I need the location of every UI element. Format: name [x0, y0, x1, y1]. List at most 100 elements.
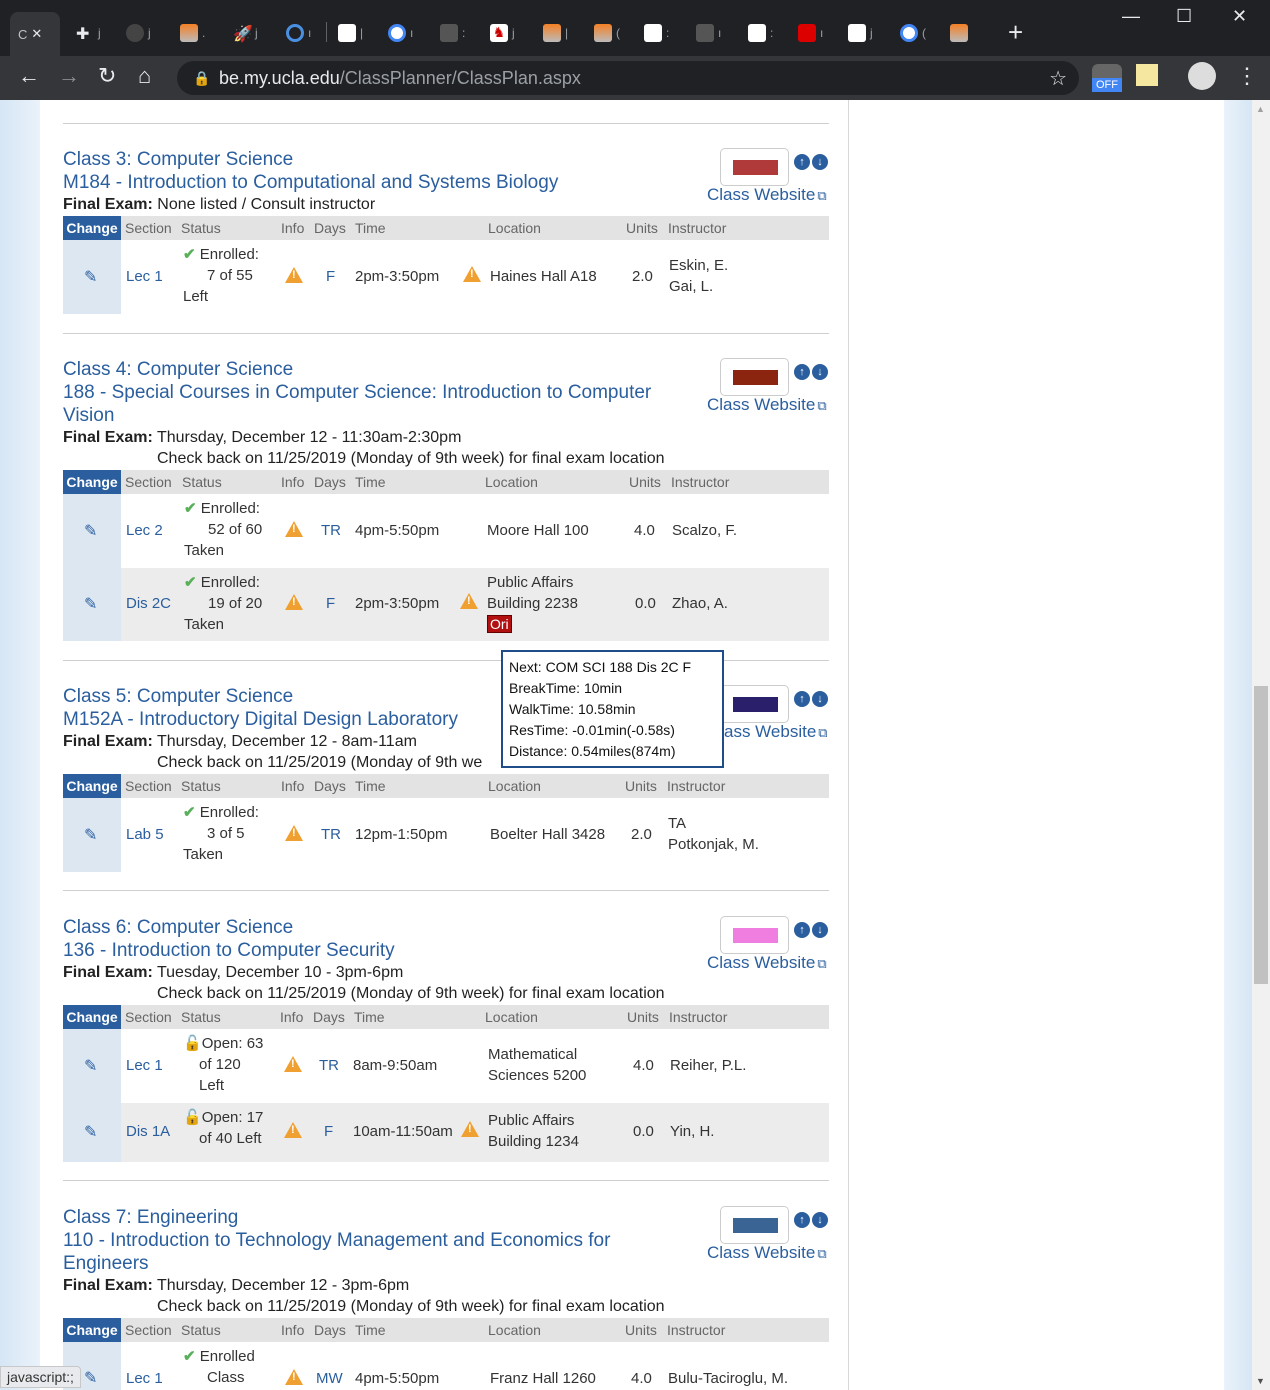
profile-avatar[interactable]: [1188, 62, 1216, 90]
bookmark-star-icon[interactable]: ☆: [1049, 66, 1067, 91]
class-website-link[interactable]: Class Website ⧉: [707, 185, 827, 205]
color-picker-button[interactable]: [720, 685, 789, 723]
c-logo-icon: [798, 24, 816, 42]
edit-button[interactable]: ✎: [63, 494, 121, 568]
class-title[interactable]: Class 6: Computer Science 136 - Introduc…: [63, 916, 703, 962]
warning-icon[interactable]: [461, 1121, 479, 1137]
maximize-icon[interactable]: ☐: [1176, 6, 1192, 27]
tab-rocket[interactable]: 🚀 j: [225, 14, 275, 52]
status-bar: javascript:;: [0, 1366, 81, 1388]
scroll-thumb[interactable]: [1254, 686, 1268, 984]
table-row: ✎ Dis 1A 🔓Open: 17 of 40 Left F 10am-11:…: [63, 1103, 829, 1162]
warning-icon[interactable]: [285, 594, 303, 610]
move-down-icon[interactable]: ↓: [812, 1212, 828, 1228]
class-website-link[interactable]: Class Website ⧉: [707, 395, 827, 415]
minimize-icon[interactable]: —: [1122, 6, 1140, 27]
warning-icon[interactable]: [460, 593, 478, 609]
extension-off-icon[interactable]: OFF: [1092, 64, 1122, 92]
tab-google-2[interactable]: (: [892, 14, 942, 52]
color-picker-button[interactable]: [720, 148, 789, 186]
tab-stackoverflow-2[interactable]: |: [535, 14, 585, 52]
reload-icon[interactable]: ↻: [98, 64, 116, 88]
scroll-up-icon[interactable]: ▲: [1256, 104, 1265, 114]
class-website-link[interactable]: Class Website ⧉: [707, 1243, 827, 1263]
tab-moon[interactable]: ı: [278, 14, 328, 52]
tab-stackoverflow-4[interactable]: [942, 14, 992, 52]
warning-icon[interactable]: [463, 266, 481, 282]
menu-icon[interactable]: ⋮: [1236, 64, 1258, 88]
tab-c-logo[interactable]: ı: [790, 14, 840, 52]
class-title[interactable]: Class 7: Engineering 110 - Introduction …: [63, 1206, 663, 1275]
move-down-icon[interactable]: ↓: [812, 364, 828, 380]
tab-ucla-4[interactable]: j: [840, 14, 890, 52]
back-icon[interactable]: ←: [18, 64, 40, 88]
new-tab-button[interactable]: +: [1008, 19, 1023, 45]
class-website-link[interactable]: ass Website ⧉: [724, 722, 828, 742]
moon-icon: [286, 24, 304, 42]
scroll-down-icon[interactable]: ▼: [1256, 1376, 1265, 1386]
tab-ucla-1[interactable]: |: [330, 14, 380, 52]
tab-google-1[interactable]: ı: [380, 14, 430, 52]
move-up-icon[interactable]: ↑: [794, 691, 810, 707]
tab-stackoverflow-3[interactable]: (: [586, 14, 636, 52]
tab-stackoverflow-1[interactable]: .: [172, 14, 222, 52]
edit-button[interactable]: ✎: [63, 1029, 121, 1103]
color-swatch: [733, 160, 778, 175]
warning-icon[interactable]: [285, 825, 303, 841]
move-down-icon[interactable]: ↓: [812, 691, 828, 707]
close-window-icon[interactable]: ✕: [1232, 6, 1247, 27]
home-icon[interactable]: ⌂: [138, 64, 151, 88]
section-link[interactable]: Lec 1: [126, 266, 163, 287]
edit-button[interactable]: ✎: [63, 568, 121, 641]
tab-extensions[interactable]: ✚ j: [68, 14, 118, 52]
section-link[interactable]: Dis 2C: [126, 593, 171, 614]
move-up-icon[interactable]: ↑: [794, 364, 810, 380]
move-up-icon[interactable]: ↑: [794, 922, 810, 938]
section-link[interactable]: Lab 5: [126, 824, 164, 845]
section-link[interactable]: Lec 1: [126, 1055, 163, 1076]
tab-ucla-2[interactable]: :: [636, 14, 686, 52]
tab-github[interactable]: j: [118, 14, 168, 52]
table-row: ✎ Lec 1 ✔ Enrolled: 7 of 55 Left F 2pm-3…: [63, 240, 829, 314]
divider: [63, 890, 829, 891]
google-icon: [388, 24, 406, 42]
page-icon: [440, 24, 458, 42]
move-up-icon[interactable]: ↑: [794, 154, 810, 170]
check-icon: ✔: [184, 500, 197, 517]
warning-icon[interactable]: [285, 267, 303, 283]
tab-generic-2[interactable]: ı: [688, 14, 738, 52]
tab-generic-1[interactable]: :: [432, 14, 482, 52]
active-tab[interactable]: C ✕: [10, 12, 60, 56]
section-link[interactable]: Lec 1: [126, 1368, 163, 1389]
color-picker-button[interactable]: [720, 1206, 789, 1244]
class-card-3: Class 3: Computer Science M184 - Introdu…: [63, 148, 829, 314]
warning-icon[interactable]: [285, 521, 303, 537]
edit-button[interactable]: ✎: [63, 798, 121, 872]
lock-icon: 🔒: [193, 70, 211, 86]
extension-note-icon[interactable]: [1136, 64, 1158, 86]
class-title[interactable]: Class 4: Computer Science 188 - Special …: [63, 358, 703, 427]
forward-icon[interactable]: →: [58, 64, 80, 88]
move-down-icon[interactable]: ↓: [812, 154, 828, 170]
warning-icon[interactable]: [284, 1056, 302, 1072]
reorder-controls: ↑ ↓: [794, 691, 828, 707]
edit-button[interactable]: ✎: [63, 1103, 121, 1162]
move-up-icon[interactable]: ↑: [794, 1212, 810, 1228]
class-title[interactable]: Class 3: Computer Science M184 - Introdu…: [63, 148, 703, 194]
tab-ucla-3[interactable]: :: [740, 14, 790, 52]
warning-icon[interactable]: [285, 1369, 303, 1385]
move-down-icon[interactable]: ↓: [812, 922, 828, 938]
class-website-link[interactable]: Class Website ⧉: [707, 953, 827, 973]
edit-button[interactable]: ✎: [63, 240, 121, 314]
orientation-badge[interactable]: Ori: [487, 615, 512, 633]
warning-icon[interactable]: [284, 1122, 302, 1138]
close-tab-icon[interactable]: ✕: [31, 26, 42, 42]
color-picker-button[interactable]: [720, 358, 789, 396]
address-bar[interactable]: 🔒 be.my.ucla.edu/ClassPlanner/ClassPlan.…: [177, 61, 1079, 95]
vertical-scrollbar[interactable]: ▲ ▼: [1252, 100, 1270, 1390]
section-link[interactable]: Lec 2: [126, 520, 163, 541]
color-picker-button[interactable]: [720, 916, 789, 954]
instructor: Scalzo, F.: [672, 522, 738, 539]
section-link[interactable]: Dis 1A: [126, 1121, 170, 1142]
tab-red-logo[interactable]: ♞ j: [482, 14, 532, 52]
